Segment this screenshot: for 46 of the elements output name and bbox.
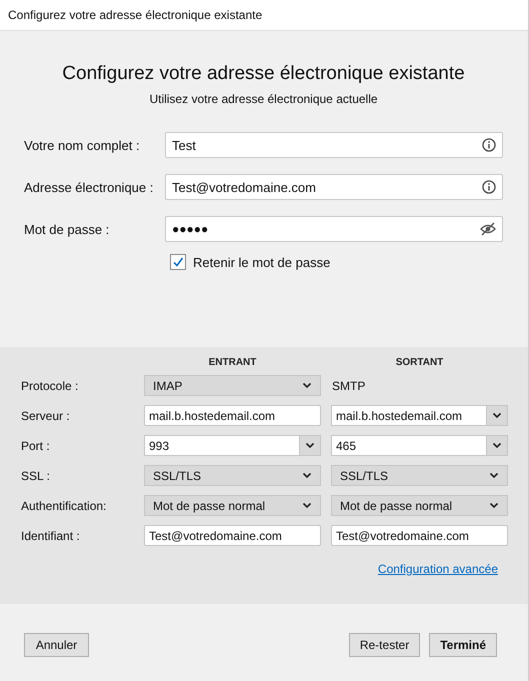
info-icon[interactable]: [482, 180, 496, 194]
row-label: Protocole :: [21, 378, 80, 392]
row-label: SSL :: [21, 468, 51, 482]
row-label: Authentification:: [21, 498, 108, 512]
input-field[interactable]: mail.b.hostedemail.com: [144, 405, 321, 426]
column-header: SORTANT: [394, 357, 444, 368]
dropdown[interactable]: Mot de passe normal: [144, 495, 321, 516]
field-label: Votre nom complet :: [24, 138, 141, 152]
row-label: Serveur :: [21, 408, 71, 422]
info-icon[interactable]: [482, 138, 496, 152]
row-label: Identifiant :: [21, 528, 81, 542]
chevron-down-icon: [302, 472, 312, 479]
row-label: Port :: [21, 438, 51, 452]
dropdown[interactable]: Mot de passe normal: [331, 495, 508, 516]
input-field[interactable]: ●●●●●: [165, 216, 503, 242]
dialog-heading: Configurez votre adresse électronique existante: [61, 63, 466, 85]
input-field[interactable]: Test@votredomaine.com: [331, 525, 508, 546]
combo-box[interactable]: mail.b.hostedemail.com: [331, 405, 508, 426]
input-field[interactable]: Test@votredomaine.com: [165, 174, 503, 200]
checkbox-label: Retenir le mot de passe: [193, 254, 330, 270]
dropdown[interactable]: SSL/TLS: [144, 465, 321, 486]
chevron-down-icon: [489, 472, 499, 479]
column-header: ENTRANT: [208, 357, 258, 368]
chevron-down-icon: [489, 502, 499, 509]
dropdown[interactable]: IMAP: [144, 375, 321, 396]
window-title: Configurez votre adresse électronique existante: [8, 8, 262, 22]
chevron-down-icon[interactable]: [492, 442, 502, 449]
input-field[interactable]: Test: [165, 132, 503, 158]
dialog-button[interactable]: Terminé: [429, 633, 497, 657]
chevron-down-icon: [302, 502, 312, 509]
advanced-config-link[interactable]: Configuration avancée: [378, 562, 498, 576]
combo-box[interactable]: 993: [144, 435, 321, 456]
dialog-subheading: Utilisez votre adresse électronique actuelle: [148, 92, 379, 106]
field-label: Adresse électronique :: [24, 180, 154, 194]
protocol-text: SMTP: [331, 378, 366, 392]
chevron-down-icon[interactable]: [492, 412, 502, 419]
dialog-button[interactable]: Re-tester: [348, 633, 420, 657]
field-label: Mot de passe :: [24, 222, 110, 236]
input-field[interactable]: Test@votredomaine.com: [144, 525, 321, 546]
chevron-down-icon[interactable]: [305, 442, 315, 449]
combo-box[interactable]: 465: [331, 435, 508, 456]
chevron-down-icon: [302, 382, 312, 389]
cancel-button[interactable]: Annuler: [24, 633, 89, 657]
dropdown[interactable]: SSL/TLS: [331, 465, 508, 486]
checkbox[interactable]: [170, 254, 186, 270]
eye-slash-icon[interactable]: [480, 222, 496, 236]
